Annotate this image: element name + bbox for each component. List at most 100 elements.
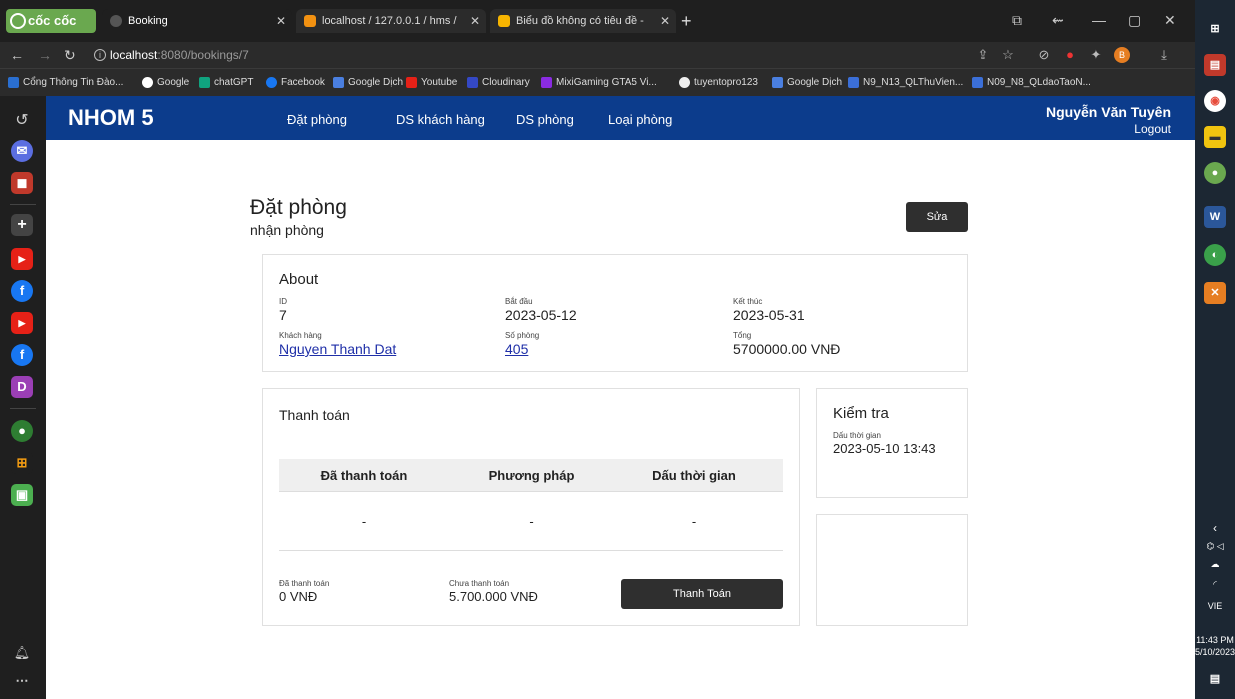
new-tab-button[interactable]: + [681, 9, 692, 33]
bookmarks-bar: Cổng Thông Tin Đào... Google chatGPT Fac… [0, 68, 1195, 96]
nav-dat-phong[interactable]: Đặt phòng [287, 112, 347, 127]
pay-button[interactable]: Thanh Toán [621, 579, 783, 609]
bookmark-item[interactable]: N9_N13_QLThuVien... [848, 76, 963, 90]
windows-start-icon[interactable]: ⊞ [1204, 18, 1226, 40]
folder-icon[interactable]: ▬ [1204, 126, 1226, 148]
bookmark-item[interactable]: Google Dịch [772, 76, 842, 90]
bookmark-item[interactable]: MixiGaming GTA5 Vi... [541, 76, 657, 90]
wifi-icon[interactable]: ◜ [1195, 578, 1235, 590]
room-label: Số phòng [505, 331, 540, 340]
forward-icon[interactable]: → [38, 45, 52, 65]
translate-icon [333, 77, 344, 88]
edit-button[interactable]: Sửa [906, 202, 968, 232]
record-icon[interactable]: ● [1062, 47, 1078, 63]
portal-icon [8, 77, 19, 88]
reload-icon[interactable]: ↻ [64, 45, 76, 65]
youtube-icon[interactable]: ▶ [11, 248, 33, 270]
game-icon[interactable]: ◼ [11, 172, 33, 194]
add-icon[interactable]: + [11, 214, 33, 236]
cloud-icon[interactable]: ☁ [1195, 558, 1235, 570]
tab-chart[interactable]: Biểu đồ không có tiêu đề - ✕ [490, 9, 676, 33]
nav-ds-phong[interactable]: DS phòng [516, 112, 574, 127]
coccoc-game-icon[interactable]: ● [11, 420, 33, 442]
cloudinary-icon [467, 77, 478, 88]
notification-icon[interactable]: ▤ [1204, 668, 1226, 690]
bookmark-item[interactable]: N09_N8_QLdaoTaoN... [972, 76, 1091, 90]
bookmark-item[interactable]: Google [142, 76, 189, 90]
word-icon[interactable]: W [1204, 206, 1226, 228]
clock-time[interactable]: 11:43 PM [1195, 634, 1235, 646]
close-icon[interactable]: ✕ [276, 9, 286, 33]
coccoc-brand[interactable]: cốc cốc [6, 9, 96, 33]
extensions-icon[interactable]: ✦ [1088, 47, 1104, 63]
browser-sidebar: ↺ ✉ ◼ + ▶ f ▶ f D ● ⊞ ▣ 🔔︎ ⋯ [0, 96, 46, 699]
logout-link[interactable]: Logout [1134, 122, 1171, 136]
end-label: Kết thúc [733, 297, 763, 306]
table-header: Đã thanh toán Phương pháp Dấu thời gian [279, 459, 783, 491]
bookmark-item[interactable]: Cổng Thông Tin Đào... [8, 76, 123, 90]
app-orange-icon[interactable]: ✕ [1204, 282, 1226, 304]
share-icon[interactable]: ⇪ [975, 47, 991, 63]
download-icon[interactable]: ⤓ [1156, 47, 1172, 63]
cell-paid: - [361, 513, 367, 529]
bookmark-item[interactable]: Google Dịch [333, 76, 403, 90]
nav-ds-khach-hang[interactable]: DS khách hàng [396, 112, 485, 127]
github-icon [679, 77, 690, 88]
maximize-icon[interactable]: ▢ [1128, 10, 1141, 30]
payment-title: Thanh toán [279, 407, 350, 423]
bookmark-item[interactable]: Youtube [406, 76, 457, 90]
start-label: Bắt đầu [505, 297, 533, 306]
network-icon[interactable]: ⌬ ◁ [1195, 540, 1235, 552]
map-icon[interactable]: ▣ [11, 484, 33, 506]
tab-search-icon[interactable]: ⧉ [1012, 10, 1022, 30]
messenger-icon[interactable]: ✉ [11, 140, 33, 162]
web-page: NHOM 5 Đặt phòng DS khách hàng DS phòng … [46, 96, 1195, 699]
app-brand[interactable]: NHOM 5 [68, 105, 154, 131]
bookmark-item[interactable]: Cloudinary [467, 76, 530, 90]
back-icon[interactable]: ← [10, 45, 24, 65]
back-history-icon[interactable]: ⇜ [1052, 10, 1064, 30]
clock-date[interactable]: 5/10/2023 [1195, 646, 1235, 658]
youtube-icon[interactable]: ▶ [11, 312, 33, 334]
bookmark-item[interactable]: tuyentopro123 [679, 76, 758, 90]
close-icon[interactable]: ✕ [660, 9, 670, 33]
browser-brand-label: cốc cốc [28, 13, 77, 28]
coccoc-icon[interactable]: ● [1204, 162, 1226, 184]
nav-loai-phong[interactable]: Loại phòng [608, 112, 672, 127]
profile-icon[interactable]: B [1114, 47, 1130, 63]
block-icon[interactable]: ⊘ [1036, 47, 1052, 63]
app-navbar: NHOM 5 Đặt phòng DS khách hàng DS phòng … [46, 96, 1195, 140]
tab-title: Booking [128, 15, 168, 27]
check-title: Kiểm tra [833, 405, 889, 422]
info-icon[interactable]: i [94, 49, 106, 61]
customer-link[interactable]: Nguyen Thanh Dat [279, 341, 396, 357]
language-indicator[interactable]: VIE [1195, 600, 1235, 612]
tab-phpmyadmin[interactable]: localhost / 127.0.0.1 / hms / ✕ [296, 9, 486, 33]
bookmark-item[interactable]: chatGPT [199, 76, 253, 90]
payment-card: Thanh toán Đã thanh toán Phương pháp Dấu… [262, 388, 800, 626]
youtube-icon [406, 77, 417, 88]
app-green-icon[interactable]: ◐ [1204, 244, 1226, 266]
url-input[interactable]: i localhost:8080/bookings/7 [92, 45, 952, 65]
star-icon[interactable]: ☆ [1000, 47, 1016, 63]
bell-icon[interactable]: 🔔︎ [11, 642, 33, 664]
facebook-icon[interactable]: f [11, 344, 33, 366]
minimize-icon[interactable]: — [1092, 10, 1106, 30]
url-host: localhost [110, 48, 158, 62]
more-icon[interactable]: ⋯ [11, 670, 33, 692]
shopping-icon[interactable]: ⊞ [11, 452, 33, 474]
facebook-icon [266, 77, 277, 88]
page-subtitle: nhận phòng [250, 222, 324, 238]
facebook-icon[interactable]: f [11, 280, 33, 302]
chevron-left-icon[interactable]: ‹ [1195, 522, 1235, 534]
app-d-icon[interactable]: D [11, 376, 33, 398]
history-icon[interactable]: ↺ [11, 110, 33, 132]
window-close-icon[interactable]: ✕ [1164, 10, 1176, 30]
bookmark-item[interactable]: Facebook [266, 76, 325, 90]
tab-booking[interactable]: Booking ✕ [102, 9, 292, 33]
customer-label: Khách hàng [279, 331, 322, 340]
room-link[interactable]: 405 [505, 341, 539, 357]
app-icon[interactable]: ▤ [1204, 54, 1226, 76]
close-icon[interactable]: ✕ [470, 9, 480, 33]
chrome-icon[interactable]: ◉ [1204, 90, 1226, 112]
